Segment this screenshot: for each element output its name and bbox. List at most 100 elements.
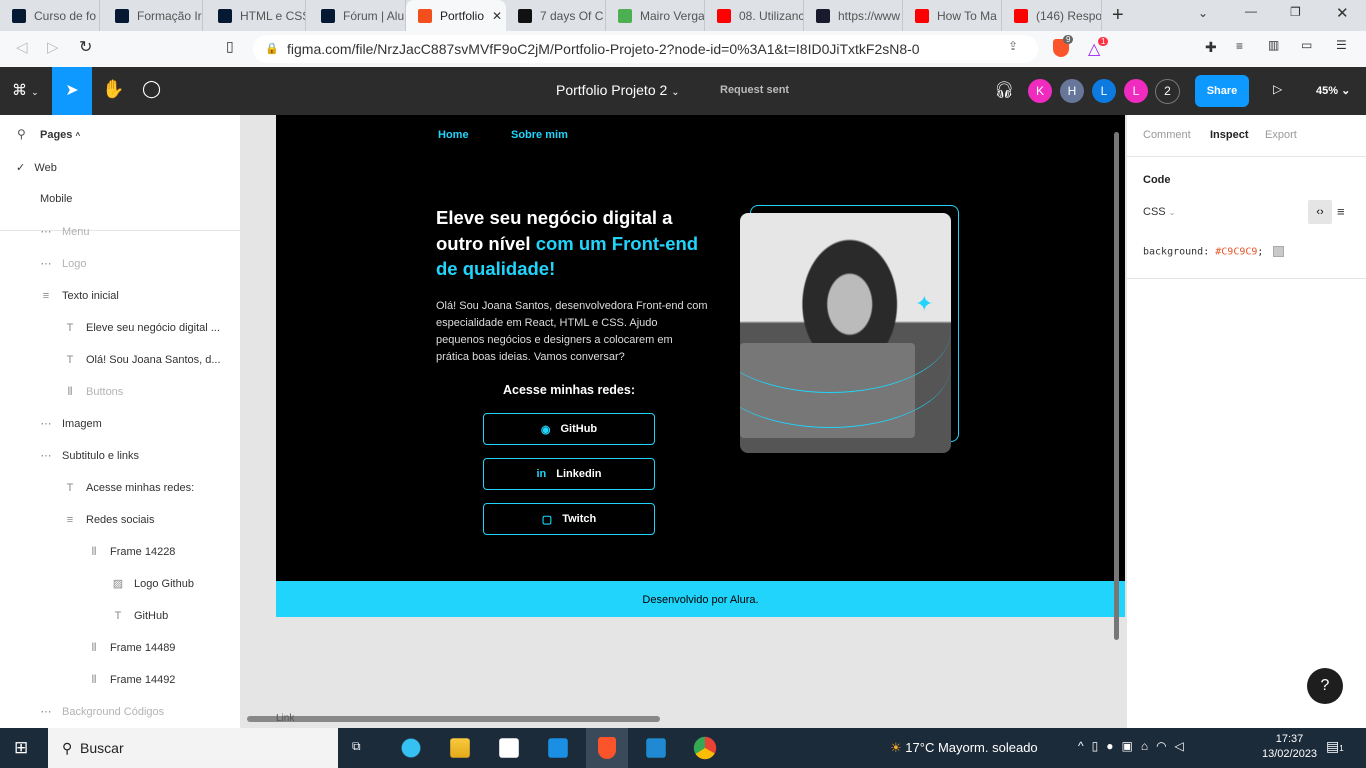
browser-tab[interactable]: HTML e CSS: [206, 0, 306, 31]
comment-tool-icon[interactable]: ◯: [142, 79, 161, 99]
browser-tab[interactable]: Fórum | Alu: [309, 0, 406, 31]
minimize-button[interactable]: —: [1245, 4, 1257, 18]
maximize-button[interactable]: ❐: [1290, 5, 1301, 19]
page-mobile[interactable]: Mobile: [40, 193, 72, 205]
language-select[interactable]: CSS ⌄: [1143, 206, 1175, 218]
social-button-linkedin[interactable]: in Linkedin: [483, 458, 655, 490]
brave-rewards-icon[interactable]: △ 1: [1088, 37, 1109, 59]
css-code-line[interactable]: background: #C9C9C9;: [1143, 246, 1285, 258]
layer-item[interactable]: ⦀ Frame 14489: [88, 632, 176, 664]
browser-tab[interactable]: https://www: [804, 0, 903, 31]
menu-icon[interactable]: ☰: [1336, 38, 1347, 52]
layer-item[interactable]: ⦀ Frame 14492: [88, 664, 176, 696]
layer-item[interactable]: ⦀ Frame 14228: [88, 536, 176, 568]
headline[interactable]: Eleve seu negócio digital a outro nível …: [436, 205, 716, 282]
canvas-horizontal-scrollbar[interactable]: [247, 716, 660, 722]
intro-text[interactable]: Olá! Sou Joana Santos, desenvolvedora Fr…: [436, 298, 708, 366]
mail-icon[interactable]: [548, 738, 568, 758]
web-frame[interactable]: Home Sobre mim Eleve seu negócio digital…: [276, 115, 1125, 617]
weather-widget[interactable]: ☀ 17°C Mayorm. soleado: [890, 740, 1038, 756]
layer-item[interactable]: T Acesse minhas redes:: [64, 472, 195, 504]
layer-item[interactable]: ≡ Redes sociais: [64, 504, 155, 536]
tab-export[interactable]: Export: [1265, 129, 1297, 141]
forward-button[interactable]: ▷: [47, 38, 59, 56]
layer-item[interactable]: T Olá! Sou Joana Santos, d...: [64, 344, 221, 376]
move-tool[interactable]: ➤: [52, 67, 92, 115]
site-footer[interactable]: Desenvolvido por Alura.: [276, 581, 1125, 617]
social-button-twitch[interactable]: ▢ Twitch: [483, 503, 655, 535]
brave-icon[interactable]: [586, 728, 628, 768]
layer-item[interactable]: ⋯ Subtitulo e links: [40, 440, 140, 472]
edge-icon[interactable]: [397, 734, 425, 762]
sidebar-icon[interactable]: ▥: [1268, 38, 1279, 52]
store-icon[interactable]: [499, 738, 519, 758]
list-view-button[interactable]: ≡: [1337, 204, 1345, 219]
brave-shield-icon[interactable]: 9: [1053, 35, 1074, 57]
overflow-count[interactable]: 2: [1155, 79, 1180, 104]
browser-tab[interactable]: 7 days Of C: [506, 0, 606, 31]
canvas-vertical-scrollbar[interactable]: [1114, 132, 1119, 640]
page-web[interactable]: ✓ Web: [16, 161, 57, 174]
browser-tab[interactable]: Curso de fo: [0, 0, 100, 31]
layer-item[interactable]: ⋯ Background Códigos: [40, 696, 165, 728]
share-button[interactable]: Share: [1195, 75, 1249, 107]
chrome-icon[interactable]: [693, 736, 717, 760]
url-input[interactable]: 🔒 figma.com/file/NrzJacC887svMVfF9oC2jM/P…: [253, 35, 1038, 63]
wallet-icon[interactable]: ▭: [1301, 38, 1312, 52]
pages-header[interactable]: Pages ^: [40, 129, 80, 141]
layer-item[interactable]: ▨ Logo Github: [112, 568, 194, 600]
collaborator-avatar[interactable]: K: [1028, 79, 1052, 103]
search-layers-icon[interactable]: ⚲: [17, 127, 26, 141]
figma-main-menu[interactable]: ⌘ ⌄: [12, 81, 39, 99]
social-button-github[interactable]: ◉ GitHub: [483, 413, 655, 445]
layer-item[interactable]: T GitHub: [112, 600, 169, 632]
playlist-icon[interactable]: ≡: [1236, 39, 1243, 53]
vscode-icon[interactable]: [646, 738, 666, 758]
file-explorer-icon[interactable]: [450, 738, 470, 758]
code-view-button[interactable]: ‹›: [1308, 200, 1332, 224]
notifications-button[interactable]: ▤1: [1326, 738, 1344, 755]
collaborator-avatar[interactable]: L: [1124, 79, 1148, 103]
share-page-icon[interactable]: ⇪: [1008, 39, 1018, 53]
code-label: Code: [1143, 174, 1171, 186]
layer-item[interactable]: ≡ Texto inicial: [40, 280, 119, 312]
reload-button[interactable]: ↻: [79, 37, 92, 57]
present-play-icon[interactable]: ▷: [1273, 82, 1282, 96]
layer-item[interactable]: T Eleve seu negócio digital ...: [64, 312, 220, 344]
profile-photo[interactable]: ✦: [740, 213, 951, 453]
browser-tab[interactable]: Formação Ir: [103, 0, 203, 31]
new-tab-button[interactable]: +: [1112, 4, 1124, 27]
social-title[interactable]: Acesse minhas redes:: [483, 383, 655, 397]
collaborator-avatar[interactable]: L: [1092, 79, 1116, 103]
file-title[interactable]: Portfolio Projeto 2 ⌄: [556, 82, 680, 98]
hand-tool-icon[interactable]: ✋: [102, 79, 124, 100]
extensions-icon[interactable]: ✚: [1205, 39, 1217, 56]
layer-item[interactable]: ⦀ Buttons: [64, 376, 124, 408]
audio-icon[interactable]: 🎧︎: [994, 80, 1014, 100]
nav-sobre-mim[interactable]: Sobre mim: [511, 129, 568, 141]
layer-item[interactable]: ⋯ Imagem: [40, 408, 102, 440]
layer-item[interactable]: ⋯ Logo: [40, 248, 87, 280]
collaborator-avatar[interactable]: H: [1060, 79, 1084, 103]
help-button[interactable]: ?: [1307, 668, 1343, 704]
back-button[interactable]: ◁: [16, 38, 28, 56]
tray-icons[interactable]: ^▯●▣⌂◠◁: [1078, 739, 1192, 753]
task-view-icon[interactable]: ⧉: [352, 739, 361, 754]
close-window-button[interactable]: ✕: [1336, 4, 1349, 22]
nav-home[interactable]: Home: [438, 129, 469, 141]
browser-tab[interactable]: 08. Utilizanc: [705, 0, 804, 31]
layer-item[interactable]: ⋯ Menu: [40, 216, 90, 248]
browser-tab[interactable]: Mairo Verga: [606, 0, 705, 31]
close-tab-icon[interactable]: ✕: [492, 9, 502, 23]
browser-tab[interactable]: (146) Respo: [1002, 0, 1102, 31]
start-button[interactable]: ⊞: [14, 738, 28, 758]
tab-comment[interactable]: Comment: [1143, 129, 1191, 141]
bookmark-icon[interactable]: ▯: [226, 38, 234, 55]
tab-search-icon[interactable]: ⌄: [1198, 6, 1208, 20]
browser-tab[interactable]: How To Ma: [903, 0, 1002, 31]
tab-inspect[interactable]: Inspect: [1210, 129, 1249, 141]
browser-tab[interactable]: Portfolio ✕: [406, 0, 506, 31]
clock[interactable]: 17:37 13/02/2023: [1262, 732, 1317, 762]
zoom-level[interactable]: 45% ⌄: [1316, 84, 1350, 97]
search-box[interactable]: ⚲ Buscar: [48, 728, 338, 768]
